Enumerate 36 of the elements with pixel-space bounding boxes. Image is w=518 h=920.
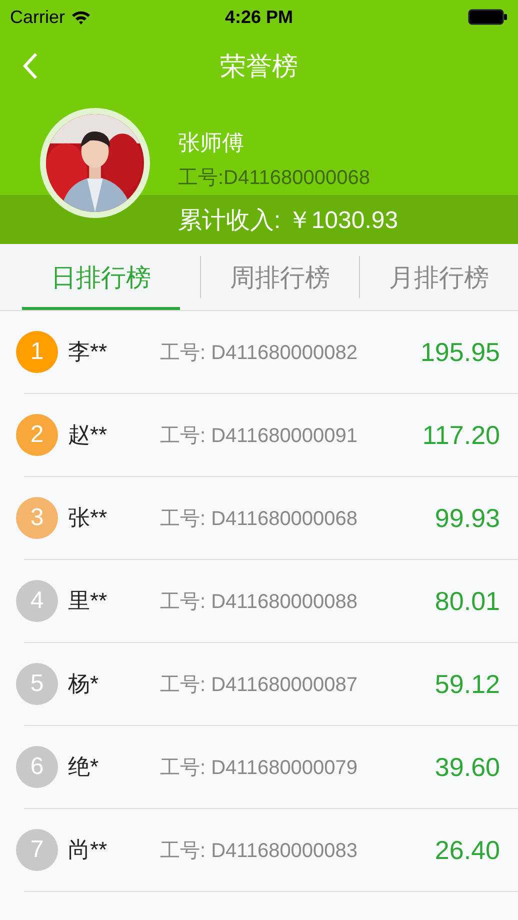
ranking-tab[interactable]: 月排行榜: [360, 244, 518, 310]
driver-id: 工号: D411680000088: [160, 590, 359, 614]
income-amount: 26.40: [434, 834, 500, 866]
driver-name: 杨*: [68, 670, 100, 698]
driver-id: 工号: D411680000068: [160, 506, 359, 532]
driver-name: 张师傅: [178, 129, 245, 157]
battery-icon: [468, 9, 508, 25]
driver-name: 张**: [68, 504, 108, 532]
driver-id: 工号: D411680000082: [160, 340, 359, 366]
driver-name: 尚**: [68, 836, 108, 864]
driver-name: 李**: [68, 338, 108, 366]
income-amount: 99.93: [434, 502, 500, 534]
page-title: 荣誉榜: [220, 50, 298, 82]
rank-badge: 1: [16, 331, 58, 373]
status-time: 4:26 PM: [224, 6, 294, 28]
driver-id: 工号: D411680000091: [160, 424, 359, 448]
income-amount: 117.20: [422, 420, 500, 450]
back-icon[interactable]: [22, 52, 38, 80]
driver-id: 工号:D411680000068: [178, 166, 370, 191]
ranking-tab[interactable]: 日排行榜: [22, 244, 180, 310]
income-amount: 59.12: [434, 668, 500, 700]
carrier-label: Carrier: [10, 6, 66, 28]
total-income: 累计收入: ￥1030.93: [178, 206, 398, 236]
driver-name: 绝*: [68, 753, 100, 781]
income-amount: 80.01: [434, 586, 500, 616]
wifi-icon: [71, 10, 92, 24]
driver-id: 工号: D411680000083: [160, 838, 359, 864]
driver-name: 里**: [68, 587, 108, 615]
ranking-tab[interactable]: 周排行榜: [201, 244, 359, 310]
rank-badge: 3: [16, 497, 58, 539]
income-amount: 195.95: [420, 336, 500, 368]
income-amount: 39.60: [434, 752, 500, 782]
driver-id: 工号: D411680000087: [160, 672, 359, 698]
driver-name: 赵**: [68, 421, 108, 449]
driver-id: 工号: D411680000079: [160, 756, 359, 780]
rank-badge: 2: [16, 414, 58, 456]
